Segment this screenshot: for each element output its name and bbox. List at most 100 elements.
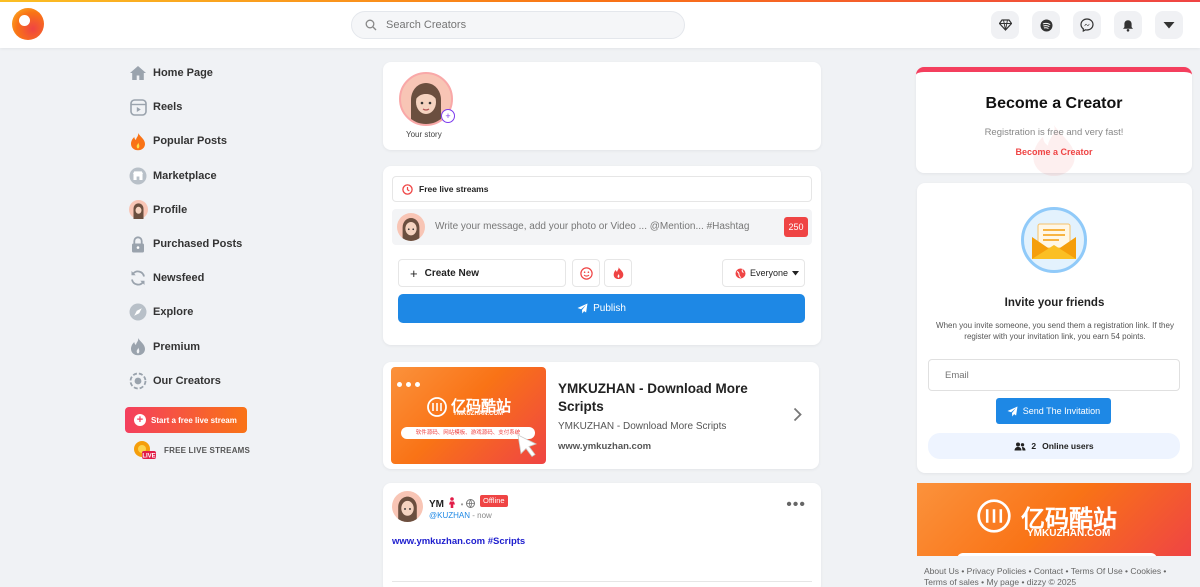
diamond-icon: [998, 19, 1012, 31]
become-creator-title: Become a Creator: [985, 95, 1123, 112]
caret-down-icon: [792, 270, 800, 275]
image-tagline: 软件源码、网站模板、游戏源码、支付系统: [401, 427, 535, 439]
footer-line-2[interactable]: Terms of sales • My page • dizzy © 2025: [924, 577, 1194, 587]
site-logo[interactable]: [12, 8, 44, 40]
more-options-icon[interactable]: •••: [786, 496, 806, 514]
chevron-right-icon[interactable]: [793, 407, 802, 422]
free-live-streams-bar-label: Free live streams: [419, 184, 489, 194]
smiley-icon: [579, 266, 593, 280]
messenger-icon: [1080, 18, 1094, 32]
cursor-icon: [517, 434, 538, 458]
publish-button[interactable]: Publish: [398, 294, 805, 323]
sidebar-item-label: Reels: [153, 101, 183, 114]
post-card: YM • Offline @KUZHAN - now ••• www.ymkuz…: [383, 483, 821, 587]
flame-icon: [128, 337, 148, 357]
sidebar-item-label: Our Creators: [153, 374, 221, 387]
sidebar-item-profile[interactable]: Profile: [125, 193, 285, 227]
reels-icon: [128, 97, 148, 117]
invite-title: Invite your friends: [1004, 297, 1105, 309]
spotify-button[interactable]: [1032, 11, 1060, 39]
free-live-streams-bar[interactable]: Free live streams: [392, 176, 812, 202]
status-badge: Offline: [480, 495, 508, 507]
sidebar-item-popular-posts[interactable]: Popular Posts: [125, 124, 285, 158]
top-bar: [0, 0, 1200, 48]
sidebar-item-marketplace[interactable]: Marketplace: [125, 159, 285, 193]
sidebar-item-home-page[interactable]: Home Page: [125, 56, 285, 90]
start-live-stream-button[interactable]: + Start a free live stream: [125, 407, 247, 433]
messenger-button[interactable]: [1073, 11, 1101, 39]
create-new-button[interactable]: + Create New: [398, 259, 566, 287]
post-author-handle[interactable]: @KUZHAN: [429, 511, 470, 520]
start-live-stream-label: Start a free live stream: [151, 415, 237, 425]
clock-icon: [402, 183, 413, 195]
invite-description: When you invite someone, you send them a…: [936, 321, 1174, 341]
diamond-button[interactable]: [991, 11, 1019, 39]
composer-card: Free live streams Write your message, ad…: [383, 166, 821, 345]
search-box[interactable]: [351, 11, 685, 39]
image-domain-text: YMKUZHAN.COM: [453, 411, 503, 417]
add-story-icon[interactable]: +: [441, 109, 455, 123]
become-creator-subtitle: Registration is free and very fast!: [984, 127, 1124, 138]
become-creator-link[interactable]: Become a Creator: [916, 147, 1192, 157]
search-input[interactable]: [386, 12, 676, 38]
sidebar-item-premium[interactable]: Premium: [125, 330, 285, 364]
plus-icon: +: [134, 414, 146, 426]
boost-button[interactable]: [604, 259, 632, 287]
sync-icon: [128, 268, 148, 288]
spotify-icon: [1040, 19, 1052, 31]
home-icon: [128, 63, 148, 83]
bell-icon: [1123, 19, 1133, 32]
brand-logo-icon: [977, 499, 1011, 533]
story-card: + Your story: [383, 62, 821, 150]
sidebar-item-explore[interactable]: Explore: [125, 295, 285, 329]
dropdown-caret-icon: [1163, 22, 1175, 29]
audience-select[interactable]: Everyone: [722, 259, 805, 287]
free-live-streams-link[interactable]: LIVE FREE LIVE STREAMS: [132, 440, 250, 460]
live-badge-icon: LIVE: [134, 441, 156, 459]
sidebar-item-reels[interactable]: Reels: [125, 90, 285, 124]
email-field[interactable]: [928, 359, 1180, 391]
character-count-badge: 250: [784, 217, 808, 237]
female-gender-icon: [448, 497, 455, 508]
become-creator-card: Become a Creator Registration is free an…: [916, 67, 1192, 176]
live-badge-text: LIVE: [142, 453, 155, 459]
sidebar-item-label: Explore: [153, 306, 194, 319]
search-icon: [365, 19, 377, 31]
sidebar-item-our-creators[interactable]: Our Creators: [125, 364, 285, 398]
brand-logo-icon: [427, 397, 447, 417]
publish-label: Publish: [593, 303, 626, 314]
online-users-label: Online users: [1042, 441, 1094, 451]
post-author-avatar[interactable]: [392, 491, 423, 522]
creators-icon: [128, 371, 148, 391]
send-icon: [1007, 406, 1018, 416]
ad-tagline-strip: [957, 553, 1157, 556]
online-users-badge[interactable]: 2 Online users: [928, 433, 1180, 459]
globe-icon: [735, 268, 746, 278]
link-preview-title: YMKUZHAN - Download More Scripts: [558, 381, 748, 414]
sidebar-ad-banner[interactable]: 亿码酷站 YMKUZHAN.COM: [917, 483, 1191, 556]
profile-avatar: [128, 200, 148, 220]
sidebar-item-purchased-posts[interactable]: Purchased Posts: [125, 227, 285, 261]
emoji-button[interactable]: [572, 259, 600, 287]
lock-icon: [128, 234, 148, 254]
store-icon: [128, 166, 148, 186]
link-preview-card[interactable]: 亿码酷站 YMKUZHAN.COM 软件源码、网站模板、游戏源码、支付系统 YM…: [383, 362, 819, 469]
footer-line-1[interactable]: About Us • Privacy Policies • Contact • …: [924, 566, 1194, 577]
online-count: 2: [1031, 441, 1037, 451]
notifications-button[interactable]: [1114, 11, 1142, 39]
link-preview-url: www.ymkuzhan.com: [558, 441, 652, 452]
send-invitation-button[interactable]: Send The Invitation: [996, 398, 1111, 424]
message-composer[interactable]: Write your message, add your photo or Vi…: [392, 209, 812, 245]
post-divider: [392, 581, 812, 582]
audience-label: Everyone: [750, 268, 789, 278]
send-invitation-label: Send The Invitation: [1022, 406, 1101, 416]
sidebar-item-label: Home Page: [153, 67, 213, 80]
post-text[interactable]: www.ymkuzhan.com #Scripts: [392, 536, 525, 547]
users-icon: [1014, 442, 1026, 450]
post-author-name[interactable]: YM •: [429, 497, 476, 510]
post-author-name-text: YM: [429, 499, 444, 510]
sidebar-item-newsfeed[interactable]: Newsfeed: [125, 261, 285, 295]
composer-placeholder: Write your message, add your photo or Vi…: [435, 221, 750, 232]
post-handle: @KUZHAN - now: [429, 511, 492, 520]
account-menu-button[interactable]: [1155, 11, 1183, 39]
